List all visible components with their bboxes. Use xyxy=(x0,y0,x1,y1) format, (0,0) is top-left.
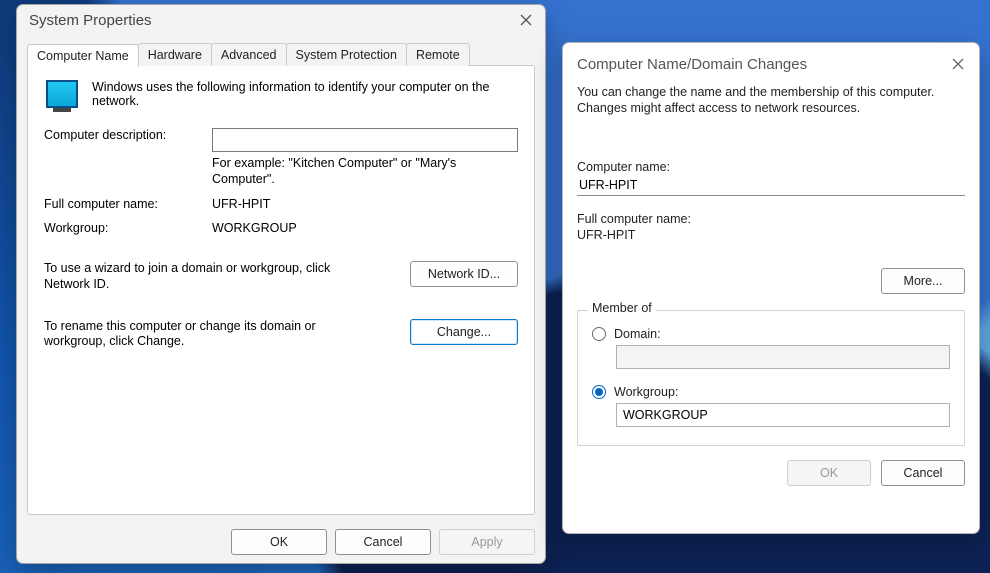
fullname-label: Full computer name: xyxy=(44,197,212,211)
tab-hardware[interactable]: Hardware xyxy=(138,43,212,66)
tab-bar: Computer Name Hardware Advanced System P… xyxy=(27,43,535,66)
network-id-button[interactable]: Network ID... xyxy=(410,261,518,287)
member-of-legend: Member of xyxy=(588,301,656,315)
window-title: Computer Name/Domain Changes xyxy=(577,56,807,73)
workgroup-radio[interactable] xyxy=(592,385,606,399)
change-button[interactable]: Change... xyxy=(410,319,518,345)
full-computer-name-value: UFR-HPIT xyxy=(577,228,965,242)
change-text: To rename this computer or change its do… xyxy=(44,319,344,350)
domain-changes-window: Computer Name/Domain Changes You can cha… xyxy=(562,42,980,534)
full-computer-name-label: Full computer name: xyxy=(577,212,965,226)
close-icon[interactable] xyxy=(949,55,967,73)
computer-description-input[interactable] xyxy=(212,128,518,152)
desc-label: Computer description: xyxy=(44,128,212,142)
domain-input xyxy=(616,345,950,369)
window-title: System Properties xyxy=(29,12,152,29)
computer-name-input[interactable] xyxy=(577,174,965,196)
workgroup-radio-label: Workgroup: xyxy=(614,385,678,399)
dialog-buttons: OK Cancel Apply xyxy=(231,529,535,555)
more-button[interactable]: More... xyxy=(881,268,965,294)
intro-text: Windows uses the following information t… xyxy=(92,80,518,108)
ok-button[interactable]: OK xyxy=(231,529,327,555)
computer-name-label: Computer name: xyxy=(577,160,965,174)
fullname-value: UFR-HPIT xyxy=(212,197,518,211)
tab-computer-name[interactable]: Computer Name xyxy=(27,44,139,67)
workgroup-value: WORKGROUP xyxy=(212,221,518,235)
tab-advanced[interactable]: Advanced xyxy=(211,43,287,66)
apply-button[interactable]: Apply xyxy=(439,529,535,555)
domain-radio-label: Domain: xyxy=(614,327,661,341)
domain-radio[interactable] xyxy=(592,327,606,341)
tab-remote[interactable]: Remote xyxy=(406,43,470,66)
workgroup-label: Workgroup: xyxy=(44,221,212,235)
cancel-button[interactable]: Cancel xyxy=(881,460,965,486)
close-icon[interactable] xyxy=(517,11,535,29)
tab-panel-computer-name: Windows uses the following information t… xyxy=(27,65,535,515)
member-of-group: Member of Domain: Workgroup: xyxy=(577,310,965,446)
desc-example: For example: "Kitchen Computer" or "Mary… xyxy=(212,156,518,187)
cancel-button[interactable]: Cancel xyxy=(335,529,431,555)
tab-system-protection[interactable]: System Protection xyxy=(286,43,407,66)
system-properties-window: System Properties Computer Name Hardware… xyxy=(16,4,546,564)
network-id-text: To use a wizard to join a domain or work… xyxy=(44,261,344,292)
titlebar: Computer Name/Domain Changes xyxy=(563,43,979,85)
dialog-buttons: OK Cancel xyxy=(563,460,979,486)
monitor-icon xyxy=(46,80,78,108)
titlebar: System Properties xyxy=(17,5,545,35)
ok-button[interactable]: OK xyxy=(787,460,871,486)
workgroup-input[interactable] xyxy=(616,403,950,427)
description-text: You can change the name and the membersh… xyxy=(577,85,965,116)
